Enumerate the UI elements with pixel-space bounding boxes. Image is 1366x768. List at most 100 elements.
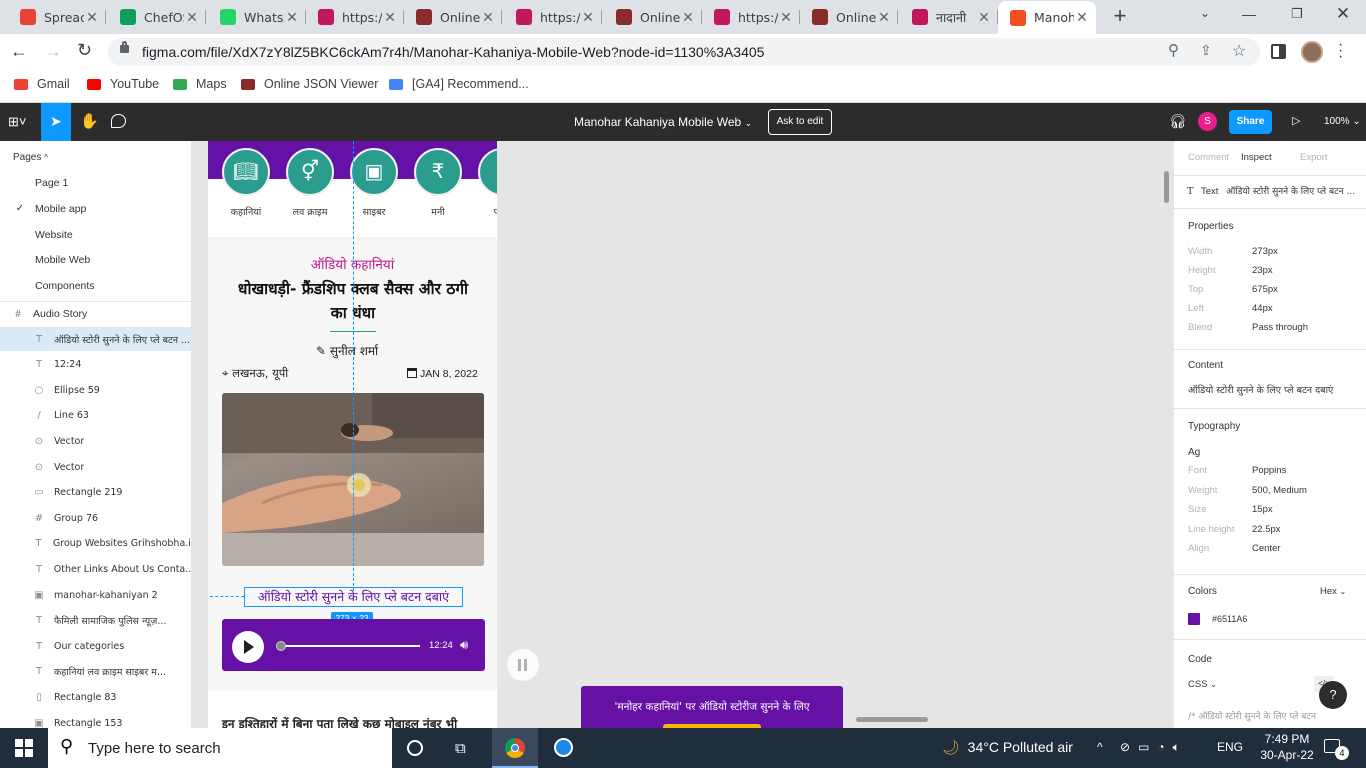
inspect-tab[interactable]: Inspect — [1241, 152, 1272, 163]
layer-item[interactable]: ▯ Rectangle 83 — [0, 685, 191, 709]
browser-tab[interactable]: नादानी ✕ — [900, 2, 998, 32]
layer-item[interactable]: ▭ Rectangle 219 — [0, 481, 191, 505]
reload-icon[interactable]: ↻ — [77, 40, 92, 61]
file-title[interactable]: Manohar Kahaniya Mobile Web ⌄ — [574, 115, 752, 129]
property-value[interactable]: 273px — [1252, 246, 1278, 257]
hand-tool-icon[interactable]: ✋ — [80, 112, 99, 130]
browser-tab[interactable]: WhatsApp✕ — [208, 2, 306, 32]
page-item[interactable]: ✓ Mobile app — [0, 197, 191, 221]
page-item[interactable]: Mobile Web — [0, 248, 191, 272]
layer-item[interactable]: ○ Ellipse 59 — [0, 378, 191, 402]
chrome-taskbar-button[interactable] — [492, 728, 538, 768]
close-tab-icon[interactable]: ✕ — [976, 9, 992, 26]
pages-header[interactable]: Pages ^ — [13, 152, 48, 163]
browser-tab[interactable]: Manoh ✕ — [998, 1, 1096, 34]
language-indicator[interactable]: ENG — [1217, 740, 1243, 754]
horizontal-scrollbar[interactable] — [856, 717, 928, 722]
close-tab-icon[interactable]: ✕ — [680, 9, 696, 26]
property-value[interactable]: 22.5px — [1252, 524, 1281, 535]
inspect-tab[interactable]: Comment — [1188, 152, 1229, 163]
clock[interactable]: 7:49 PM 30-Apr-22 — [1256, 731, 1318, 763]
browser-tab[interactable]: https://✕ — [504, 2, 602, 32]
present-icon[interactable]: ▷ — [1292, 114, 1300, 127]
browser-tab[interactable]: Spreadsheet✕ — [8, 2, 106, 32]
bookmark-item[interactable]: YouTube — [86, 76, 159, 92]
property-value[interactable]: Pass through — [1252, 322, 1308, 333]
browser-tab[interactable]: https://✕ — [306, 2, 404, 32]
content-text[interactable]: ऑडियो स्टोरी सुनने के लिए प्ले बटन दबाएं — [1188, 383, 1333, 396]
layer-item[interactable]: T Group Websites Grihshobha.in... — [0, 532, 191, 556]
category-label[interactable]: साइबर — [342, 205, 406, 218]
property-value[interactable]: 675px — [1252, 284, 1278, 295]
layer-item[interactable]: T ऑडियो स्टोरी सुनने के लिए प्ले बटन ... — [0, 327, 191, 351]
zoom-menu[interactable]: 100% ⌄ — [1324, 116, 1361, 127]
property-value[interactable]: 44px — [1252, 303, 1273, 314]
weather-widget[interactable]: 🌙︎ 34°C Polluted air — [942, 739, 1073, 756]
tab-search-icon[interactable]: ⌄ — [1196, 6, 1214, 24]
forward-icon[interactable]: → — [44, 41, 62, 62]
browser-tab[interactable]: Online ✕ — [404, 2, 502, 32]
close-tab-icon[interactable]: ✕ — [480, 9, 496, 26]
close-window-button[interactable]: ✕ — [1330, 4, 1356, 26]
side-panel-icon[interactable] — [1271, 44, 1286, 59]
browser-tab[interactable]: ChefOS✕ — [108, 2, 206, 32]
play-button[interactable] — [232, 631, 264, 663]
layer-item[interactable]: T कहानियां लव क्राइम साइबर म... — [0, 660, 191, 684]
layer-item[interactable]: T फैमिली सामाजिक पुलिस न्यूज़... — [0, 609, 191, 633]
close-tab-icon[interactable]: ✕ — [778, 9, 794, 26]
category-label[interactable]: लव क्राइम — [278, 205, 342, 218]
color-value[interactable]: #6511A6 — [1212, 614, 1247, 624]
bookmark-item[interactable]: Gmail — [13, 76, 70, 92]
category-label[interactable]: पॉलि — [470, 205, 497, 218]
close-tab-icon[interactable]: ✕ — [1074, 9, 1090, 26]
help-button[interactable]: ? — [1319, 681, 1347, 709]
frame-audio-story[interactable]: # Audio Story — [0, 302, 191, 326]
browser-tab[interactable]: https://✕ — [702, 2, 800, 32]
tray-icons[interactable]: ⊘▭◔🔈︎ — [1120, 740, 1188, 755]
color-format-select[interactable]: Hex ⌄ — [1320, 586, 1346, 597]
bookmark-item[interactable]: Online JSON Viewer — [240, 76, 378, 92]
bookmark-star-icon[interactable]: ☆ — [1232, 41, 1246, 61]
volume-icon[interactable]: 🔊︎ — [460, 637, 468, 653]
inspect-tab[interactable]: Export — [1300, 152, 1327, 163]
browser-tab[interactable]: Online ✕ — [800, 2, 898, 32]
audio-progress-knob[interactable] — [276, 641, 286, 651]
color-swatch[interactable] — [1188, 613, 1200, 625]
layer-item[interactable]: / Line 63 — [0, 404, 191, 428]
category-label[interactable]: कहानियां — [214, 205, 278, 218]
taskbar-search-box[interactable]: ⚲ Type here to search — [48, 728, 392, 768]
profile-avatar[interactable] — [1301, 41, 1323, 63]
close-tab-icon[interactable]: ✕ — [382, 9, 398, 26]
figma-canvas[interactable]: 📖︎कहानियां⚥लव क्राइम▣साइबर₹मनी⌂पॉलि ऑडिय… — [192, 141, 1173, 728]
back-icon[interactable]: ← — [10, 41, 28, 62]
start-button[interactable] — [0, 728, 48, 768]
figma-main-menu-icon[interactable]: ⊞˅ — [8, 114, 26, 130]
share-icon[interactable]: ⇪ — [1200, 42, 1212, 59]
audio-popup[interactable]: 'मनोहर कहानियां' पर ऑडियो स्टोरीज सुनने … — [581, 686, 843, 728]
property-value[interactable]: 23px — [1252, 265, 1273, 276]
property-value[interactable]: Poppins — [1252, 465, 1286, 476]
address-bar[interactable]: figma.com/file/XdX7zY8lZ5BKC6ckAm7r4h/Ma… — [108, 38, 1260, 66]
rupee-icon[interactable]: ₹ — [414, 148, 462, 196]
layer-item[interactable]: T Our categories — [0, 634, 191, 658]
close-tab-icon[interactable]: ✕ — [580, 9, 596, 26]
close-tab-icon[interactable]: ✕ — [876, 9, 892, 26]
bookmark-item[interactable]: Maps — [172, 76, 227, 92]
new-tab-button[interactable]: + — [1108, 4, 1132, 28]
share-button[interactable]: Share — [1229, 110, 1272, 134]
minimize-button[interactable]: — — [1236, 6, 1262, 24]
devices-icon[interactable]: ▣ — [350, 148, 398, 196]
move-tool[interactable]: ➤ — [41, 103, 71, 141]
headphones-icon[interactable]: 🎧︎ — [1169, 113, 1187, 130]
ask-to-edit-button[interactable]: Ask to edit — [768, 109, 832, 135]
task-view-icon[interactable]: ⧉ — [455, 740, 466, 757]
layer-item[interactable]: ▣ manohar-kahaniyan 2 — [0, 583, 191, 607]
comment-tool-icon[interactable] — [111, 114, 126, 128]
vertical-scrollbar[interactable] — [1164, 171, 1169, 203]
code-lang-select[interactable]: CSS ⌄ — [1188, 679, 1217, 690]
property-value[interactable]: 500, Medium — [1252, 485, 1307, 496]
property-value[interactable]: Center — [1252, 543, 1281, 554]
page-item[interactable]: Components — [0, 274, 191, 298]
layer-item[interactable]: ⊙ Vector — [0, 429, 191, 453]
cortana-icon[interactable] — [407, 740, 423, 756]
